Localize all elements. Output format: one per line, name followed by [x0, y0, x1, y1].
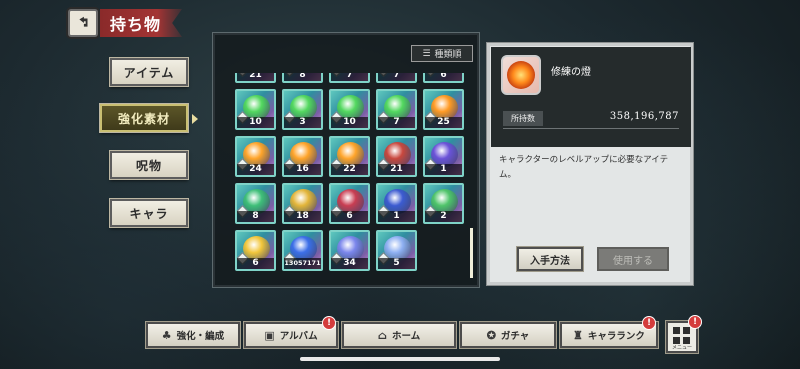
grid-scrollbar[interactable] [470, 228, 473, 278]
grid-item[interactable]: 16 [282, 136, 323, 177]
grid-item[interactable]: 8 [235, 183, 276, 224]
rank-icon: ♜ [573, 328, 583, 342]
grid-item[interactable]: 8 [282, 73, 323, 83]
grid-item[interactable]: 6 [235, 230, 276, 271]
grid-item[interactable]: 3 [282, 89, 323, 130]
item-quantity: 22 [331, 164, 368, 175]
item-quantity: 7 [378, 117, 415, 128]
item-quantity: 3 [284, 117, 321, 128]
item-quantity: 1 [425, 164, 462, 175]
grid-item[interactable]: 13057171 [282, 230, 323, 271]
grid-item[interactable]: 5 [376, 230, 417, 271]
grid-item[interactable]: 6 [423, 73, 464, 83]
nav-label: ガチャ [500, 331, 530, 342]
divider [503, 128, 679, 129]
item-grid[interactable]: 21 8 7 7 6 10 3 10 7 25 24 16 22 21 1 8 18 6 1 2 6 13057171 34… [235, 73, 473, 283]
grid-item[interactable]: 21 [235, 73, 276, 83]
grid-item[interactable]: 2 [423, 183, 464, 224]
tab-curses[interactable]: 呪物 [110, 151, 188, 179]
nav-label: 強化・編成 [176, 331, 225, 342]
item-quantity: 21 [237, 73, 274, 81]
owned-label: 所持数 [503, 111, 543, 126]
nav-label: アルバム [279, 331, 318, 342]
nav-label: ホーム [391, 331, 421, 342]
grid-item[interactable]: 34 [329, 230, 370, 271]
item-quantity: 25 [425, 117, 462, 128]
item-quantity: 24 [237, 164, 274, 175]
detail-header: 修練の燈 所持数 358,196,787 [491, 47, 691, 147]
sort-icon: ☰ [422, 48, 431, 59]
item-quantity: 1 [378, 211, 415, 222]
use-button[interactable]: 使用する [597, 247, 669, 271]
grid-item[interactable]: 10 [235, 89, 276, 130]
grid-item[interactable]: 7 [376, 89, 417, 130]
grid-item[interactable]: 18 [282, 183, 323, 224]
item-quantity: 34 [331, 258, 368, 269]
item-quantity: 16 [284, 164, 321, 175]
tab-label: キャラ [129, 206, 169, 221]
back-button[interactable] [68, 9, 98, 37]
rank-alert-badge: ! [642, 316, 656, 330]
item-quantity: 13057171 [284, 258, 321, 269]
grid-item[interactable]: 6 [329, 183, 370, 224]
owned-value: 358,196,787 [609, 111, 679, 122]
album-icon: ▣ [264, 328, 275, 342]
nav-home[interactable]: ⌂ ホーム [342, 322, 456, 348]
back-arrow-icon [79, 16, 88, 27]
gacha-icon: ✪ [486, 328, 496, 342]
tab-label: アイテム [123, 65, 175, 80]
grid-item[interactable]: 24 [235, 136, 276, 177]
item-quantity: 6 [237, 258, 274, 269]
menu-label: メニュー [671, 345, 692, 351]
item-quantity: 7 [331, 73, 368, 81]
item-name: 修練の燈 [551, 67, 591, 78]
grid-item[interactable]: 25 [423, 89, 464, 130]
tab-items[interactable]: アイテム [110, 58, 188, 86]
tab-characters[interactable]: キャラ [110, 199, 188, 227]
grid-item[interactable]: 21 [376, 136, 417, 177]
grid-item[interactable]: 22 [329, 136, 370, 177]
page-title: 持ち物 [100, 9, 182, 37]
grid-item[interactable]: 7 [329, 73, 370, 83]
item-quantity: 8 [284, 73, 321, 81]
album-alert-badge: ! [322, 316, 336, 330]
item-quantity: 6 [331, 211, 368, 222]
nav-gacha[interactable]: ✪ ガチャ [460, 322, 556, 348]
home-icon: ⌂ [377, 328, 387, 342]
item-description: キャラクターのレベルアップに必要なアイテム。 [499, 155, 669, 180]
item-quantity: 18 [284, 211, 321, 222]
item-quantity: 8 [237, 211, 274, 222]
item-quantity: 7 [378, 73, 415, 81]
item-quantity: 10 [237, 117, 274, 128]
tab-label: 強化素材 [117, 111, 170, 126]
item-quantity: 6 [425, 73, 462, 81]
sort-label: 種類順 [434, 50, 462, 60]
item-quantity: 2 [425, 211, 462, 222]
grid-item[interactable]: 1 [423, 136, 464, 177]
item-quantity: 21 [378, 164, 415, 175]
grid-item[interactable]: 10 [329, 89, 370, 130]
menu-alert-badge: ! [688, 315, 702, 329]
item-quantity: 5 [378, 258, 415, 269]
nav-label: キャラランク [587, 331, 645, 342]
home-indicator [300, 357, 500, 361]
grid-item[interactable]: 7 [376, 73, 417, 83]
obtain-method-button[interactable]: 入手方法 [517, 247, 583, 271]
flame-orb-icon [501, 55, 541, 95]
grid-item[interactable]: 1 [376, 183, 417, 224]
group-icon: ♣ [161, 328, 172, 342]
item-quantity: 10 [331, 117, 368, 128]
tab-label: 呪物 [135, 158, 162, 173]
tab-enhancement-materials[interactable]: 強化素材 [100, 104, 198, 132]
sort-button[interactable]: ☰ 種類順 [411, 45, 473, 62]
nav-enhance-formation[interactable]: ♣ 強化・編成 [146, 322, 240, 348]
item-grid-panel: ☰ 種類順 21 8 7 7 6 10 3 10 7 25 24 16 22 21 1 8 18 6 1 2 6 1305… [212, 32, 480, 288]
item-detail-panel: 修練の燈 所持数 358,196,787 キャラクターのレベルアップに必要なアイ… [486, 42, 694, 286]
menu-grid-icon [673, 327, 680, 334]
active-arrow-icon [192, 114, 198, 124]
